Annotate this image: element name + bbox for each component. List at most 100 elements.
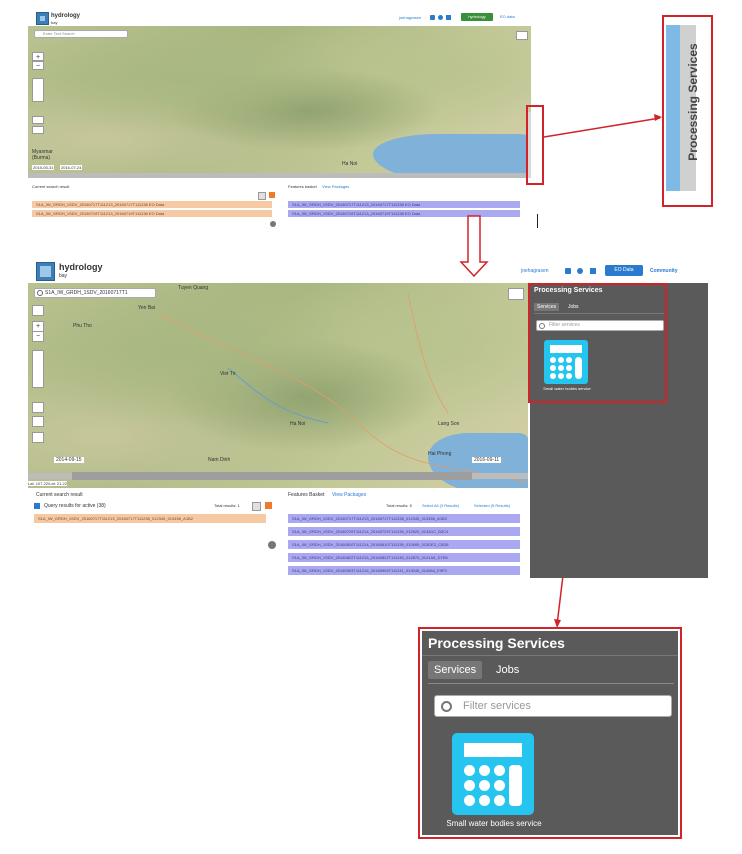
- query-checkbox[interactable]: [34, 503, 40, 509]
- sea-area: [373, 134, 531, 178]
- result-row-top-1[interactable]: S1A_IW_GRDH_1SDV_20160717T111213_2016071…: [32, 201, 272, 208]
- map-label-ha-noi: Ha Noi: [342, 161, 358, 167]
- result-row-bottom-1[interactable]: S1A_IW_GRDH_1SDV_20160717T111213_2016071…: [34, 514, 266, 523]
- callout-tab-label: Processing Services: [686, 43, 700, 161]
- app-subtitle: bay: [51, 20, 58, 25]
- zoom-in-button[interactable]: +: [32, 52, 44, 61]
- basket-row-bottom-4[interactable]: S1A_IW_GRDH_1SDV_20160822T111215_2016082…: [288, 553, 520, 562]
- callout-blue-strip: [666, 25, 680, 191]
- home-icon[interactable]: [430, 15, 435, 20]
- top-screenshot: hydrology bay joehagrasen hydrology EO d…: [26, 6, 536, 231]
- map-view[interactable]: Enter Text Search + − Ha Noi Myanmar (Bu…: [28, 26, 531, 178]
- highlight-processing-tab: [526, 105, 544, 185]
- mail-icon[interactable]: [446, 15, 451, 20]
- callout-box: Processing Services: [662, 15, 713, 207]
- user-link-bottom[interactable]: joehagrasen: [521, 268, 549, 274]
- selected-link[interactable]: Selected (5 Results): [474, 503, 510, 508]
- map-label-phu-tho: Phu Tho: [73, 323, 92, 329]
- search-icon: [37, 290, 43, 296]
- features-basket-title-bottom: Features Basket: [288, 492, 325, 498]
- basket-row-bottom-5[interactable]: S1A_IW_GRDH_1SDV_20160903T111216_2016090…: [288, 566, 520, 575]
- zoomed-tab-jobs[interactable]: Jobs: [496, 664, 519, 676]
- zoomed-title-divider: [422, 655, 678, 656]
- total-results-left: Total results: 1: [214, 503, 240, 508]
- zoomed-tab-services[interactable]: Services: [428, 661, 483, 679]
- map-label-yen-bai: Yen Bai: [138, 305, 156, 311]
- basket-row-top-2[interactable]: S1A_IW_GRDH_1SDV_20160719T111213_2016071…: [288, 210, 520, 217]
- features-basket-title: Features basket: [288, 184, 317, 189]
- zoomed-panel: Processing Services Services Jobs Filter…: [422, 631, 678, 835]
- mail-icon-bottom[interactable]: [590, 268, 596, 274]
- timeline-bar[interactable]: [28, 173, 531, 178]
- measure-tool[interactable]: [32, 116, 44, 124]
- select-all-link[interactable]: Select All (3 Results): [422, 503, 459, 508]
- timeline-date-start: 2015-05-31: [32, 165, 55, 170]
- search-box-bottom[interactable]: S1A_IW_GRDH_1SDV_20160717T1: [34, 288, 156, 298]
- basket-row-bottom-2[interactable]: S1A_IW_GRDH_1SDV_20160729T111214_2016072…: [288, 527, 520, 536]
- province-borders: [157, 292, 528, 484]
- map-label-lang-son: Lang Son: [438, 421, 460, 427]
- draw-tools[interactable]: [32, 78, 44, 102]
- settings-icon-bottom[interactable]: [268, 541, 276, 549]
- result-row-top-2[interactable]: S1A_IW_GRDH_1SDV_20160719T111213_2016071…: [32, 210, 272, 217]
- zoomed-filter-input[interactable]: Filter services: [463, 696, 531, 716]
- layers-icon[interactable]: [516, 31, 528, 40]
- basket-row-top-1[interactable]: S1A_IW_GRDH_1SDV_20160717T111213_2016071…: [288, 201, 520, 208]
- hydrology-button[interactable]: hydrology: [461, 13, 493, 21]
- orange-action-icon[interactable]: [269, 192, 275, 198]
- info-tool[interactable]: [32, 126, 44, 134]
- zoom-out-button-bottom[interactable]: −: [32, 331, 44, 342]
- gear-icon-small[interactable]: [258, 192, 266, 200]
- user-link[interactable]: joehagrasen: [399, 15, 421, 20]
- calculator-icon[interactable]: [452, 733, 534, 815]
- map-label-myanmar: Myanmar (Burma): [32, 149, 53, 161]
- text-cursor: [537, 214, 538, 228]
- current-search-title-bottom: Current search result: [36, 492, 83, 498]
- view-packages-link-bottom[interactable]: View Packages: [332, 492, 366, 498]
- orange-action-icon-bottom[interactable]: [265, 502, 272, 509]
- community-menu[interactable]: Community: [650, 268, 678, 274]
- eo-data-menu[interactable]: EO data: [500, 14, 515, 19]
- app-title-bottom: hydrology: [59, 262, 103, 272]
- timeline-date-start-bottom: 2014-09-15: [54, 457, 84, 463]
- timeline-selection[interactable]: [72, 472, 472, 480]
- map-label-tuyen-quang: Tuyen Quang: [178, 285, 209, 291]
- draw-tools-bottom[interactable]: [32, 350, 44, 388]
- zoom-out-button[interactable]: −: [32, 61, 44, 70]
- query-results-label: Query results for active (38): [44, 503, 106, 509]
- map-label-ha-noi-bottom: Ha Noi: [290, 421, 306, 427]
- app-logo: [36, 12, 49, 25]
- map-label-viet-tri: Viet Tri: [220, 371, 236, 377]
- view-packages-link[interactable]: View Packages: [322, 184, 349, 189]
- zoomed-callout-box: Processing Services Services Jobs Filter…: [418, 627, 682, 839]
- zoom-extent-button[interactable]: [32, 305, 44, 316]
- zoomed-service-name: Small water bodies service: [446, 819, 542, 828]
- pin-icon[interactable]: [438, 15, 443, 20]
- map-label-nam-dinh: Nam Dinh: [208, 457, 231, 463]
- search-input-bottom[interactable]: S1A_IW_GRDH_1SDV_20160717T1: [45, 289, 128, 297]
- zoomed-panel-title: Processing Services: [428, 635, 565, 651]
- layers-icon-bottom[interactable]: [508, 288, 524, 300]
- search-input[interactable]: Enter Text Search: [43, 31, 75, 37]
- search-box[interactable]: Enter Text Search: [34, 30, 128, 38]
- map-view-bottom[interactable]: S1A_IW_GRDH_1SDV_20160717T1 + − Tuyen Qu…: [28, 283, 528, 488]
- timeline-date-end-bottom: 2016-09-11: [472, 457, 502, 463]
- app-subtitle-bottom: bay: [59, 273, 68, 279]
- eo-data-button[interactable]: EO Data: [605, 265, 643, 276]
- basket-row-bottom-3[interactable]: S1A_IW_GRDH_1SDV_20160810T111214_2016081…: [288, 540, 520, 549]
- total-results-right: Total results: 5: [386, 503, 412, 508]
- basket-row-bottom-1[interactable]: S1A_IW_GRDH_1SDV_20160717T111213_2016071…: [288, 514, 520, 523]
- share-tool-bottom[interactable]: [32, 432, 44, 443]
- current-search-title: Current search result: [32, 184, 70, 189]
- app-logo-bottom: [36, 262, 55, 281]
- app-title: hydrology: [51, 13, 81, 19]
- measure-tool-bottom[interactable]: [32, 402, 44, 413]
- zoomed-filter[interactable]: Filter services: [434, 695, 672, 717]
- home-icon-bottom[interactable]: [565, 268, 571, 274]
- settings-icon[interactable]: [270, 221, 276, 227]
- pin-icon-bottom[interactable]: [577, 268, 583, 274]
- info-tool-bottom[interactable]: [32, 416, 44, 427]
- highlight-panel: [528, 283, 667, 403]
- gear-icon-bottom-small[interactable]: [252, 502, 261, 511]
- zoomed-tabs-divider: [428, 683, 674, 684]
